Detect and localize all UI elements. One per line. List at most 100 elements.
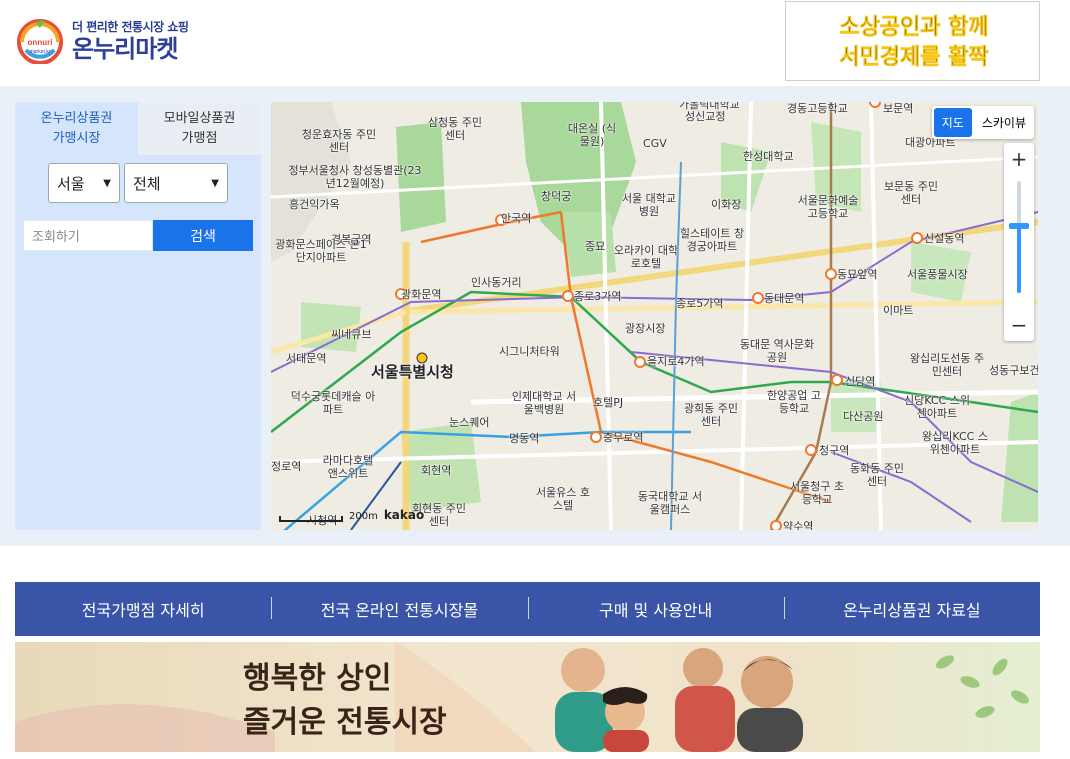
map-label: 정로역: [271, 460, 302, 473]
search-input[interactable]: 조회하기: [23, 220, 153, 251]
zoom-slider-handle[interactable]: [1009, 223, 1029, 229]
map-label: 정부서울청사 창성동별관(23년12월예정): [288, 164, 422, 190]
zoom-slider-fill: [1017, 227, 1021, 293]
scale-bar: [279, 516, 343, 522]
promo-illustration: 행복한 상인 즐거운 전통시장: [15, 642, 1040, 752]
map-type-map-button[interactable]: 지도: [933, 108, 972, 137]
site-logo[interactable]: onnuri market.kr 더 편리한 전통시장 쇼핑 온누리마켓: [16, 16, 189, 65]
map-label: 덕수궁롯데캐슬 아파트: [290, 390, 376, 416]
map-label: 동대문 역사문화공원: [739, 338, 815, 364]
map-label: 경동고등학교: [787, 102, 848, 115]
map-label: 광장시장: [625, 322, 666, 335]
map-label: 약수역: [783, 520, 814, 530]
nav-item-resources[interactable]: 온누리상품권 자료실: [783, 597, 1040, 621]
search-placeholder: 조회하기: [32, 230, 80, 245]
map-label: 인사동거리: [471, 276, 522, 289]
logo-small-text-2: market.kr: [30, 49, 51, 55]
map-label: 씨네큐브: [331, 328, 372, 341]
tab-label-line-1: 온누리상품권: [40, 110, 113, 126]
map-label: 가톨릭대학교: [679, 102, 740, 111]
main-nav-bar: 전국가맹점 자세히 전국 온라인 전통시장몰 구매 및 사용안내 온누리상품권 …: [15, 582, 1040, 636]
map-label: 한성대학교: [743, 150, 794, 163]
map-label: 종로3가역: [574, 290, 622, 303]
map-label: 성신교정: [685, 110, 726, 123]
site-header: onnuri market.kr 더 편리한 전통시장 쇼핑 온누리마켓 소상공…: [0, 0, 1070, 86]
map-label: 서울풍물시장: [907, 268, 968, 281]
nav-item-store-detail[interactable]: 전국가맹점 자세히: [15, 597, 271, 621]
zoom-out-button[interactable]: −: [1004, 309, 1034, 341]
region-select-value: 서울: [57, 174, 85, 193]
kakao-logo[interactable]: kakao: [384, 508, 424, 522]
map-label: 서울유스 호스텔: [535, 486, 591, 512]
map-label: 신당KCC 스위첸아파트: [904, 394, 970, 420]
map-label: 창덕궁: [541, 190, 572, 203]
map-label: 보문동 주민센터: [883, 180, 939, 206]
map-label: 동화동 주민센터: [849, 462, 905, 488]
map-label: 청구역: [819, 444, 850, 457]
map-label: 종로5가역: [676, 297, 724, 310]
nav-item-usage-guide[interactable]: 구매 및 사용안내: [527, 597, 784, 621]
map-label: 청운효자동 주민센터: [301, 128, 377, 154]
logo-tagline: 더 편리한 전통시장 쇼핑: [72, 19, 189, 34]
tab-label-line-2: 가맹점: [181, 130, 218, 146]
map-scale: 200m kakao: [279, 508, 424, 522]
map-label: 흥건익가옥: [289, 198, 340, 211]
nav-item-online-market[interactable]: 전국 온라인 전통시장몰: [271, 597, 527, 621]
banner-line-1: 소상공인과 함께: [839, 15, 988, 40]
finder-panel: 온누리상품권가맹시장 모바일상품권가맹점 서울 ▼ 전체 ▼ 조회하기 검색: [15, 102, 261, 530]
map-label: 호텔PJ: [593, 396, 624, 409]
map-label: 광화문역: [401, 288, 442, 301]
map-label: 서울특별시청: [371, 363, 454, 381]
map-label: 한양공업 고등학교: [766, 389, 822, 415]
map-label: 이화장: [711, 198, 742, 211]
logo-title: 온누리마켓: [72, 34, 178, 63]
promo-line-2: 즐거운 전통시장: [243, 705, 447, 740]
banner-line-2: 서민경제를 활짝: [839, 45, 988, 70]
map-label: 눈스퀘어: [449, 416, 490, 429]
finder-tabs: 온누리상품권가맹시장 모바일상품권가맹점: [15, 102, 261, 155]
promo-banner-top[interactable]: 소상공인과 함께 서민경제를 활짝: [785, 1, 1040, 81]
map-label: 서울 대학교병원: [621, 192, 677, 218]
map-label: 서대문역: [286, 352, 327, 365]
map-label: 왕십리도선동 주민센터: [909, 352, 985, 378]
map-label: 서울청구 초등학교: [789, 480, 845, 506]
tab-label-line-2: 가맹시장: [52, 130, 101, 146]
map-label: 보문역: [883, 102, 914, 115]
map-label: 충무로역: [603, 431, 644, 444]
promo-line-1: 행복한 상인: [243, 661, 391, 696]
district-select[interactable]: 전체 ▼: [124, 163, 228, 203]
zoom-in-button[interactable]: +: [1004, 143, 1034, 175]
zoom-control: + −: [1004, 143, 1034, 341]
map-label: 오라카이 대학로호텔: [613, 244, 679, 270]
search-button[interactable]: 검색: [153, 220, 253, 251]
promo-banner-bottom[interactable]: 행복한 상인 즐거운 전통시장: [15, 642, 1040, 752]
map-type-skyview-button[interactable]: 스카이뷰: [974, 106, 1034, 139]
map-label: 동대문역: [764, 292, 805, 305]
region-select[interactable]: 서울 ▼: [48, 163, 120, 203]
map-label: 대온실 (식물원): [567, 122, 617, 148]
map-label: 다산공원: [843, 410, 884, 423]
map-label: 인제대학교 서울백병원: [511, 390, 577, 416]
map-label: 힐스테이트 창경궁아파트: [679, 227, 745, 253]
map-label: 신설동역: [924, 232, 965, 245]
map-label: 안국역: [501, 212, 532, 225]
tab-mobile-store[interactable]: 모바일상품권가맹점: [138, 102, 261, 155]
map-label: 회현역: [421, 464, 452, 477]
map-label: 서울문화예술 고등학교: [797, 194, 859, 220]
map-label: 동묘앞역: [837, 268, 878, 281]
chevron-down-icon: ▼: [103, 177, 111, 189]
onnuri-logo-mark: onnuri market.kr: [16, 16, 64, 65]
tab-onnuri-market[interactable]: 온누리상품권가맹시장: [15, 102, 138, 155]
map-label: 신당역: [845, 375, 876, 388]
map-label: 성동구보건: [989, 364, 1038, 377]
map-label: 종묘: [585, 240, 606, 253]
market-map[interactable]: 서울특별시청 종로3가역 을지로4가역 동대문역 동묘앞역 신설동역 광화문역 …: [271, 102, 1038, 530]
map-label: 이마트: [883, 304, 914, 317]
district-select-value: 전체: [133, 174, 161, 193]
tab-label-line-1: 모바일상품권: [163, 110, 236, 126]
map-label: CGV: [643, 137, 667, 150]
map-label: 명동역: [509, 432, 540, 445]
chevron-down-icon: ▼: [211, 177, 219, 189]
map-label: 광희동 주민센터: [683, 402, 739, 428]
map-label: 왕십리KCC 스위첸아파트: [922, 430, 988, 456]
